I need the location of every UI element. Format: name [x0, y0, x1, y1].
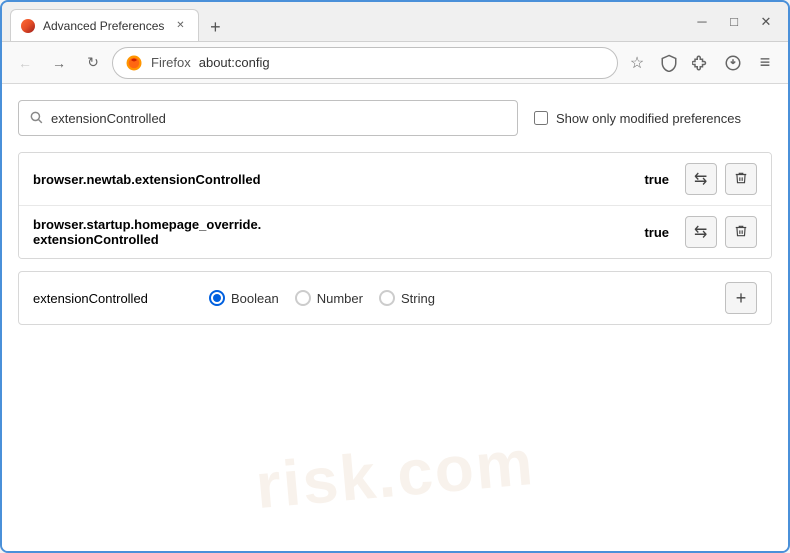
pref-name-1: browser.newtab.extensionControlled	[33, 172, 644, 187]
radio-number[interactable]: Number	[295, 290, 363, 306]
show-modified-label[interactable]: Show only modified preferences	[534, 111, 741, 126]
tab-favicon	[21, 19, 35, 33]
results-table: browser.newtab.extensionControlled true …	[18, 152, 772, 259]
nav-icons: ☆ ≡	[622, 48, 780, 78]
minimize-button[interactable]: ─	[688, 8, 716, 36]
reset-button-2[interactable]: ⇄	[685, 216, 717, 248]
shield-button[interactable]	[654, 48, 684, 78]
main-content: Show only modified preferences browser.n…	[2, 84, 788, 551]
search-bar-wrapper: Show only modified preferences	[18, 100, 772, 136]
address-bar[interactable]: Firefox about:config	[112, 47, 618, 79]
row-2-actions: ⇄	[685, 216, 757, 248]
watermark-1: risk.com	[2, 403, 788, 545]
tab-area: Advanced Preferences ✕ +	[10, 2, 676, 41]
menu-button[interactable]: ≡	[750, 48, 780, 78]
show-modified-checkbox[interactable]	[534, 111, 548, 125]
nav-bar: ← → ↻ Firefox about:config ☆	[2, 42, 788, 84]
delete-button-2[interactable]	[725, 216, 757, 248]
radio-string-circle	[379, 290, 395, 306]
delete-icon	[734, 224, 748, 241]
radio-number-label: Number	[317, 291, 363, 306]
table-row: browser.newtab.extensionControlled true …	[19, 153, 771, 206]
radio-number-circle	[295, 290, 311, 306]
radio-boolean-label: Boolean	[231, 291, 279, 306]
url-text: about:config	[199, 55, 605, 70]
search-bar[interactable]	[18, 100, 518, 136]
tab-label: Advanced Preferences	[43, 19, 164, 33]
tab-close-button[interactable]: ✕	[172, 18, 188, 34]
pref-value-2: true	[644, 225, 669, 240]
reload-button[interactable]: ↻	[78, 48, 108, 78]
radio-string-label: String	[401, 291, 435, 306]
row-1-actions: ⇄	[685, 163, 757, 195]
window-controls: ─ □ ✕	[688, 8, 780, 36]
back-button[interactable]: ←	[10, 48, 40, 78]
delete-button-1[interactable]	[725, 163, 757, 195]
search-icon	[29, 110, 43, 127]
reset-icon: ⇄	[694, 222, 707, 242]
new-tab-button[interactable]: +	[201, 13, 229, 41]
radio-boolean[interactable]: Boolean	[209, 290, 279, 306]
firefox-logo-icon	[125, 54, 143, 72]
extension-button[interactable]	[686, 48, 716, 78]
radio-string[interactable]: String	[379, 290, 435, 306]
firefox-label: Firefox	[151, 55, 191, 70]
forward-button[interactable]: →	[44, 48, 74, 78]
search-input[interactable]	[51, 111, 507, 126]
delete-icon	[734, 171, 748, 188]
add-pref-button[interactable]: +	[725, 282, 757, 314]
bookmark-button[interactable]: ☆	[622, 48, 652, 78]
show-modified-text: Show only modified preferences	[556, 111, 741, 126]
download-button[interactable]	[718, 48, 748, 78]
shield-icon	[660, 54, 678, 72]
active-tab[interactable]: Advanced Preferences ✕	[10, 9, 199, 41]
new-pref-row: extensionControlled Boolean Number Strin…	[18, 271, 772, 325]
table-row: browser.startup.homepage_override. exten…	[19, 206, 771, 258]
close-button[interactable]: ✕	[752, 8, 780, 36]
reset-button-1[interactable]: ⇄	[685, 163, 717, 195]
puzzle-icon	[692, 54, 710, 72]
radio-group: Boolean Number String	[209, 290, 709, 306]
new-pref-name: extensionControlled	[33, 291, 193, 306]
maximize-button[interactable]: □	[720, 8, 748, 36]
browser-window: Advanced Preferences ✕ + ─ □ ✕ ← → ↻ Fir…	[0, 0, 790, 553]
pref-value-1: true	[644, 172, 669, 187]
download-icon	[724, 54, 742, 72]
title-bar: Advanced Preferences ✕ + ─ □ ✕	[2, 2, 788, 42]
pref-name-2: browser.startup.homepage_override. exten…	[33, 217, 644, 247]
radio-boolean-circle	[209, 290, 225, 306]
reset-icon: ⇄	[694, 169, 707, 189]
